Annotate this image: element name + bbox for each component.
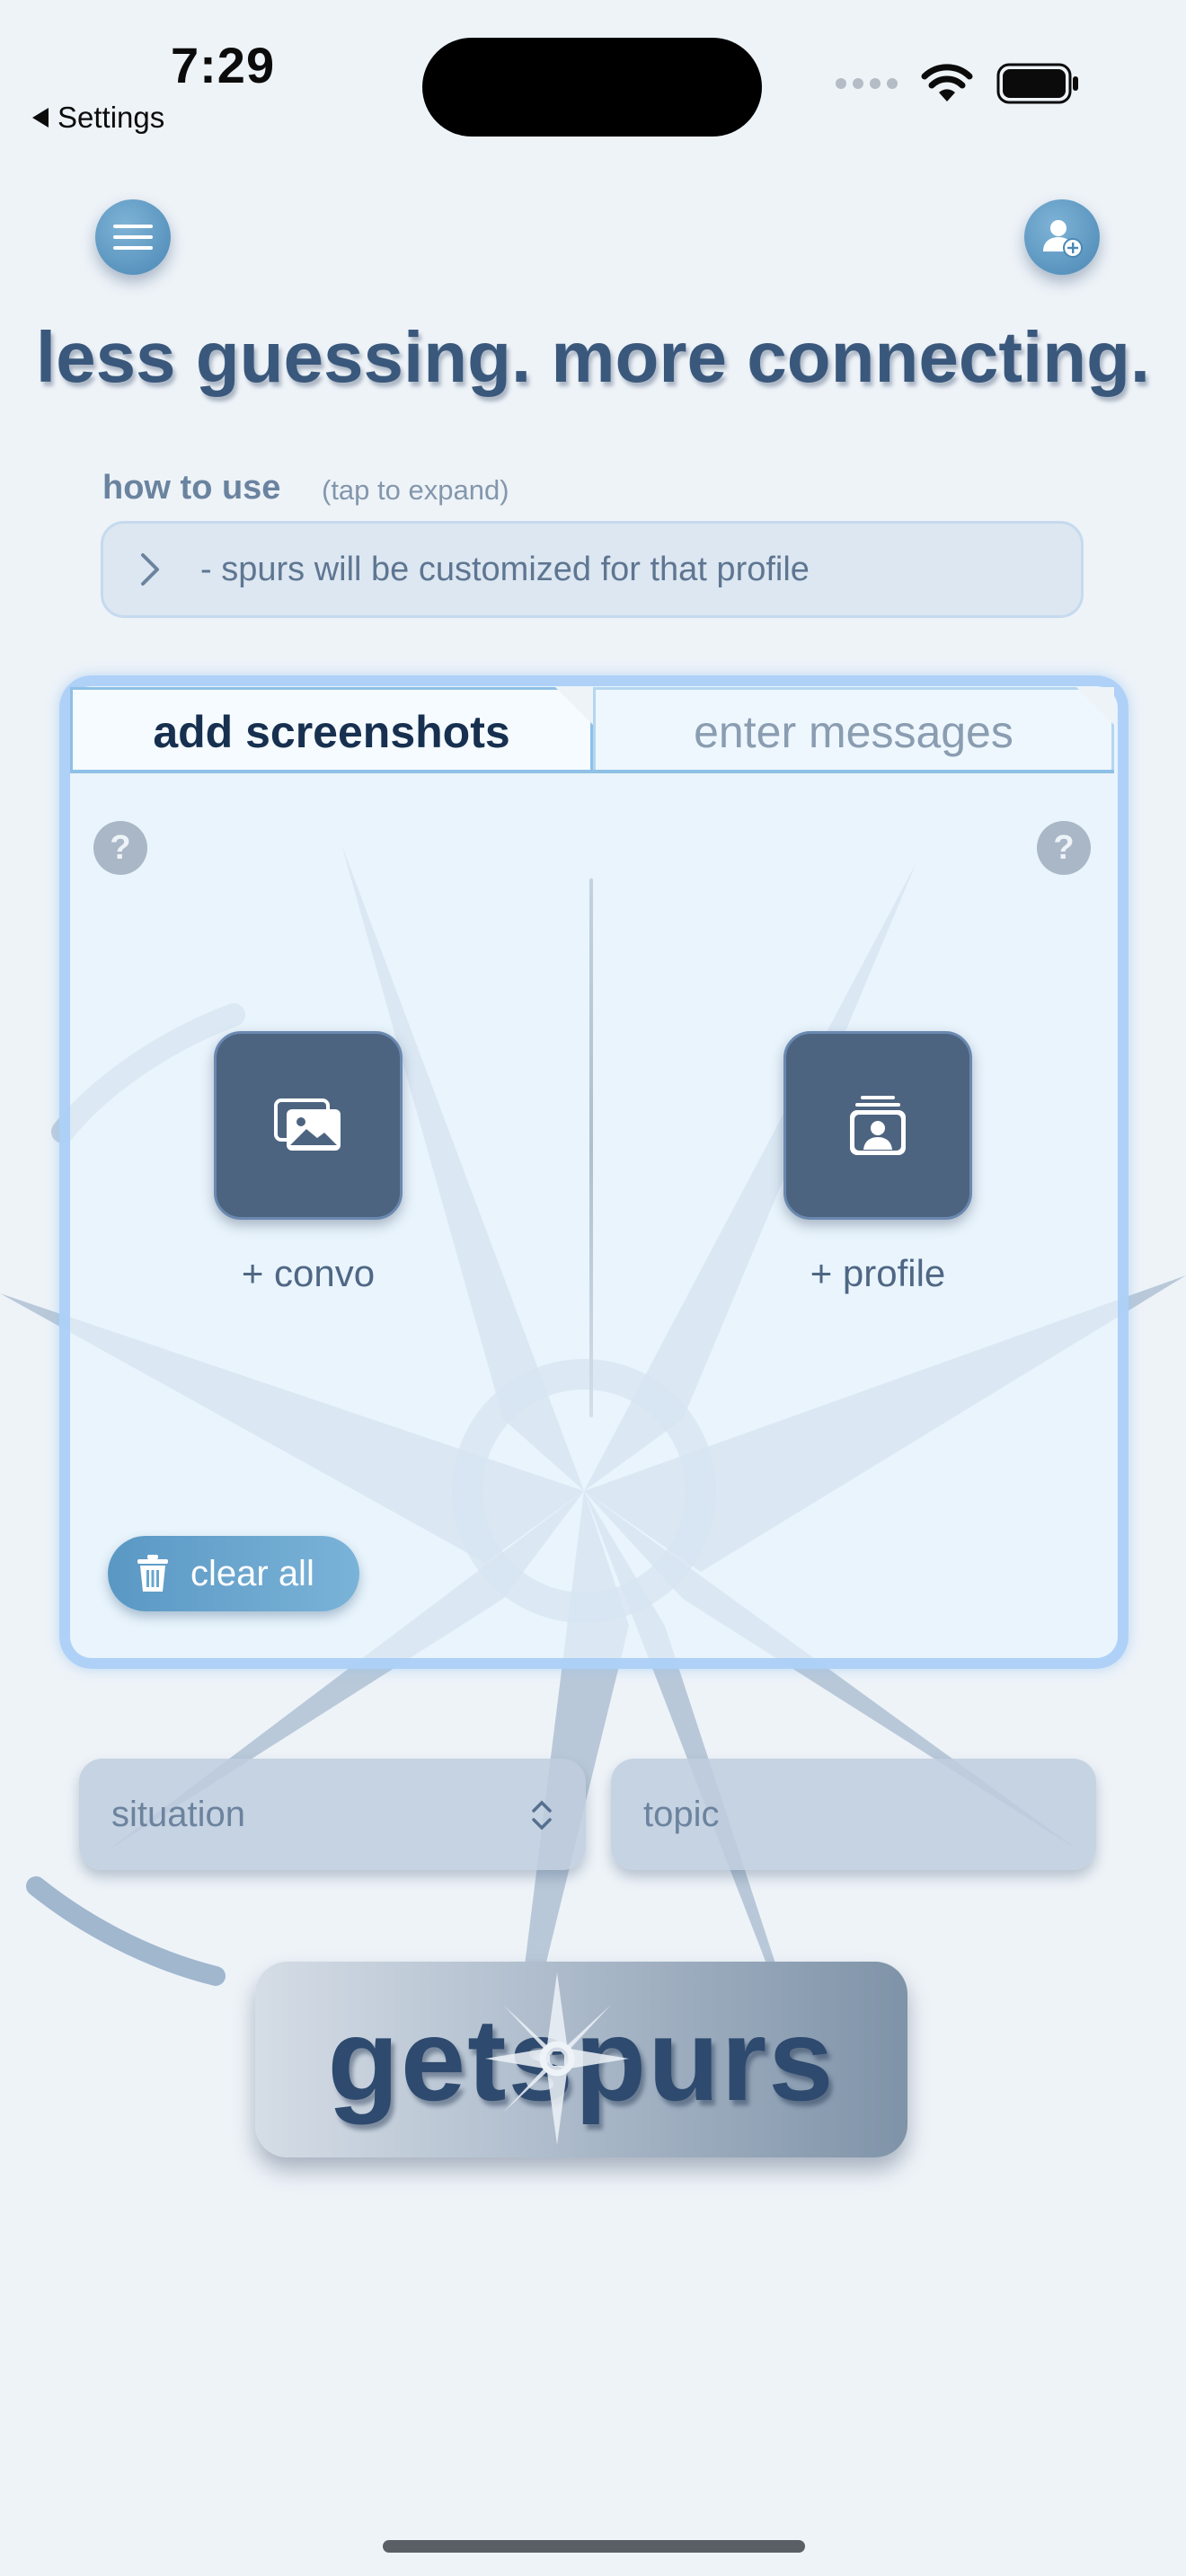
tab-fold-corner xyxy=(1076,687,1114,725)
how-to-use-expander[interactable]: - spurs will be customized for that prof… xyxy=(101,521,1084,618)
back-caret-icon xyxy=(32,108,49,128)
profile-card-icon xyxy=(850,1096,906,1155)
cellular-signal-icon xyxy=(836,78,898,89)
photos-icon xyxy=(274,1098,341,1151)
add-convo-label: + convo xyxy=(241,1252,376,1294)
help-profile-icon[interactable]: ? xyxy=(1037,821,1091,875)
how-to-use-hint: (tap to expand) xyxy=(322,474,509,506)
back-to-settings-link[interactable]: Settings xyxy=(32,101,164,135)
how-to-use-text: - spurs will be customized for that prof… xyxy=(200,550,810,588)
tab-enter-messages[interactable]: enter messages xyxy=(593,687,1114,773)
help-convo-icon[interactable]: ? xyxy=(93,821,147,875)
trash-icon xyxy=(137,1555,168,1592)
back-label: Settings xyxy=(58,101,165,134)
menu-icon xyxy=(113,225,153,250)
add-convo-button[interactable] xyxy=(214,1031,403,1220)
add-user-icon xyxy=(1043,220,1083,258)
add-profile-button[interactable] xyxy=(1024,199,1100,275)
add-profile-label: + profile xyxy=(810,1252,946,1294)
tagline: less guessing. more connecting. xyxy=(35,317,1151,397)
chevron-right-icon xyxy=(141,553,159,586)
topic-placeholder: topic xyxy=(643,1794,720,1834)
compass-star-icon xyxy=(485,1972,629,2145)
clear-all-button[interactable]: clear all xyxy=(108,1536,359,1611)
clear-all-label: clear all xyxy=(190,1553,314,1593)
wifi-icon xyxy=(921,64,973,101)
home-indicator[interactable] xyxy=(383,2540,805,2553)
situation-select[interactable]: situation xyxy=(79,1759,586,1870)
situation-placeholder: situation xyxy=(111,1794,245,1834)
tab-add-screenshots[interactable]: add screenshots xyxy=(70,687,593,773)
up-down-chevron-icon xyxy=(532,1800,552,1831)
topic-input[interactable]: topic xyxy=(611,1759,1096,1870)
dynamic-island xyxy=(422,38,762,137)
menu-button[interactable] xyxy=(95,199,171,275)
add-profile-screenshot-button[interactable] xyxy=(783,1031,972,1220)
tab-fold-corner xyxy=(555,687,593,725)
tab-divider xyxy=(70,770,1114,773)
how-to-use-label: how to use xyxy=(102,469,281,507)
status-indicators xyxy=(836,63,1079,104)
upload-divider xyxy=(589,878,593,1417)
status-time: 7:29 xyxy=(171,37,276,93)
battery-icon xyxy=(996,63,1078,104)
